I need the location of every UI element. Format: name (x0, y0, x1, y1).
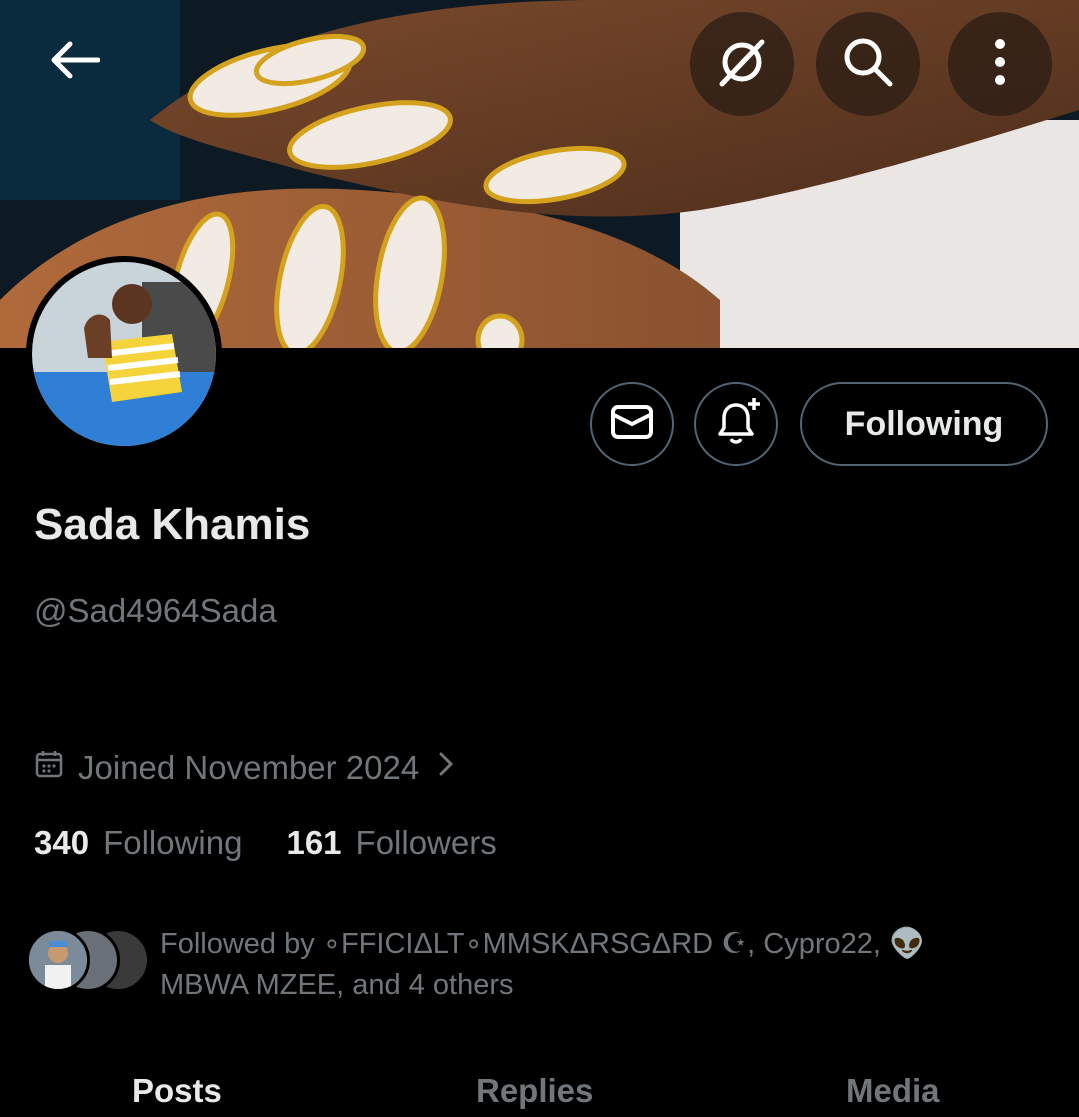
envelope-icon (610, 402, 654, 447)
follow-stats: 340 Following 161 Followers (34, 824, 541, 862)
search-button[interactable] (816, 12, 920, 116)
followers-count: 161 (286, 824, 342, 861)
back-button[interactable] (22, 10, 126, 114)
more-button[interactable] (948, 12, 1052, 116)
following-stat[interactable]: 340 Following (34, 824, 242, 862)
followed-by-text: Followed by ∘FFICIΔLT∘MMSKΔRSGΔRD ☪, Cyp… (160, 928, 926, 1001)
display-name: Sada Khamis (34, 500, 311, 549)
arrow-left-icon (48, 40, 101, 85)
user-handle: @Sad4964Sada (34, 592, 277, 629)
tab-media[interactable]: Media (846, 1072, 940, 1110)
following-button[interactable]: Following (800, 382, 1048, 466)
notifications-button[interactable] (694, 382, 778, 466)
follower-avatar (26, 928, 90, 992)
following-label: Following (103, 824, 243, 861)
tab-posts[interactable]: Posts (132, 1072, 222, 1110)
tab-replies[interactable]: Replies (476, 1072, 593, 1110)
message-button[interactable] (590, 382, 674, 466)
more-vertical-icon (990, 34, 1010, 95)
grok-button[interactable] (690, 12, 794, 116)
follower-avatars (26, 928, 150, 998)
joined-text: Joined November 2024 (78, 749, 420, 786)
followed-by-row[interactable]: Followed by ∘FFICIΔLT∘MMSKΔRSGΔRD ☪, Cyp… (26, 924, 1020, 1006)
grok-icon (714, 34, 770, 95)
followers-stat[interactable]: 161 Followers (286, 824, 496, 862)
joined-date-row[interactable]: Joined November 2024 (34, 746, 457, 790)
avatar-image (32, 262, 216, 446)
profile-tabs: Posts Replies Media (0, 1060, 1079, 1117)
following-count: 340 (34, 824, 90, 861)
chevron-right-icon (433, 749, 457, 787)
bell-plus-icon (710, 396, 762, 453)
followers-label: Followers (355, 824, 497, 861)
search-icon (840, 34, 896, 95)
calendar-icon (34, 749, 64, 787)
avatar[interactable] (26, 256, 222, 452)
